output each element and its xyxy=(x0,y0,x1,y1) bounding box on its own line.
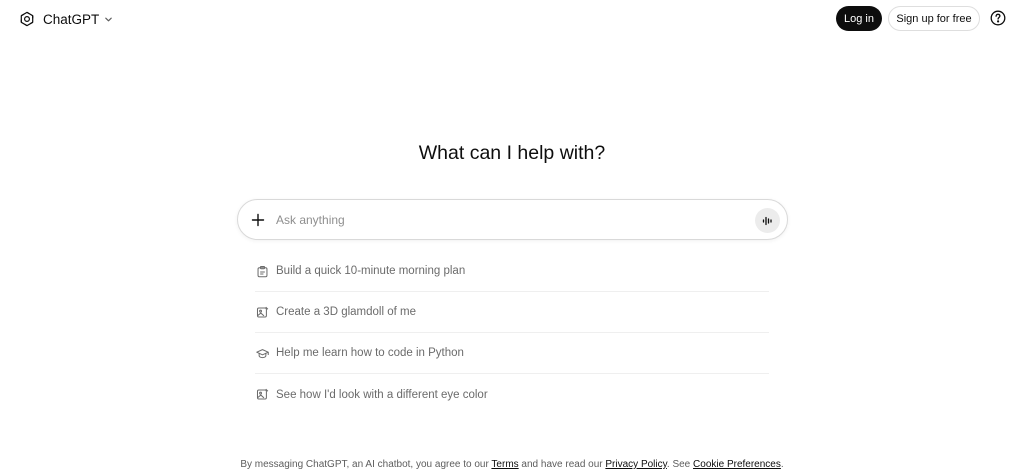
top-bar: ChatGPT Log in Sign up for free xyxy=(0,0,1024,38)
model-switcher[interactable]: ChatGPT xyxy=(43,9,113,29)
prompt-composer[interactable] xyxy=(237,199,788,240)
graduation-cap-icon xyxy=(256,348,269,358)
image-edit-icon xyxy=(256,306,269,317)
footer-text: By messaging ChatGPT, an AI chatbot, you… xyxy=(240,459,492,470)
log-in-button[interactable]: Log in xyxy=(836,6,882,31)
openai-logo-icon[interactable] xyxy=(18,10,36,28)
image-edit-icon xyxy=(256,388,269,400)
help-icon[interactable] xyxy=(990,10,1006,26)
footer-text: . xyxy=(780,459,784,470)
suggestion-item[interactable]: See how I'd look with a different eye co… xyxy=(255,374,769,415)
sign-up-button[interactable]: Sign up for free xyxy=(888,6,980,31)
suggestion-item[interactable]: Build a quick 10-minute morning plan xyxy=(255,251,769,292)
footer-text: and have read our xyxy=(518,459,606,470)
clipboard-icon xyxy=(257,265,268,277)
legal-footer: By messaging ChatGPT, an AI chatbot, you… xyxy=(0,459,1024,470)
suggestion-label: Build a quick 10-minute morning plan xyxy=(276,265,466,277)
suggestion-label: See how I'd look with a different eye co… xyxy=(276,388,488,401)
footer-text: . See xyxy=(666,459,694,470)
suggestion-list: Build a quick 10-minute morning plan Cre… xyxy=(255,251,769,415)
terms-link[interactable]: Terms xyxy=(491,459,518,470)
prompt-input[interactable] xyxy=(276,210,746,230)
cookie-preferences-link[interactable]: Cookie Preferences xyxy=(693,459,781,470)
suggestion-item[interactable]: Create a 3D glamdoll of me xyxy=(255,292,769,333)
suggestion-item[interactable]: Help me learn how to code in Python xyxy=(255,333,769,374)
voice-mode-icon xyxy=(762,216,772,225)
suggestion-label: Help me learn how to code in Python xyxy=(276,347,464,359)
suggestion-label: Create a 3D glamdoll of me xyxy=(276,306,416,318)
page-headline: What can I help with? xyxy=(418,142,606,164)
app-name: ChatGPT xyxy=(43,11,100,27)
chevron-down-icon xyxy=(105,17,113,22)
privacy-policy-link[interactable]: Privacy Policy xyxy=(605,459,667,470)
voice-mode-button[interactable] xyxy=(755,208,780,233)
plus-icon[interactable] xyxy=(251,213,265,227)
